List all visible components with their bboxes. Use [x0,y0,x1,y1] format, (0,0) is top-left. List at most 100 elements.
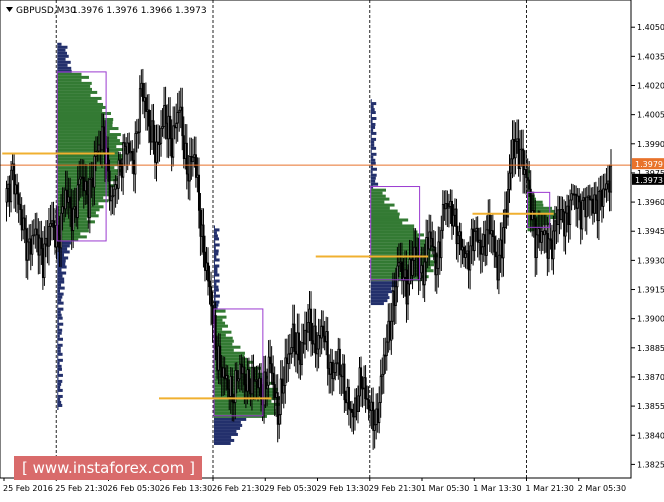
candle [307,304,310,352]
candle-body [423,261,426,286]
profile-bar [57,292,64,296]
candle-body [154,141,157,163]
candle-body [382,354,385,375]
profile-bar [214,297,216,301]
profile-bar [57,301,64,305]
candle [125,137,128,173]
profile-bar [57,346,61,350]
profile-bar [57,277,65,281]
candle-body [43,243,46,279]
profile-bar [370,152,377,156]
candle [597,177,600,240]
profile-bar [57,325,60,329]
candle-body [597,191,600,222]
profile-bar [57,295,63,299]
profile-bar [57,142,123,146]
candle-body [126,142,129,155]
profile-bar [370,218,409,222]
candle-body [281,378,284,394]
candle-body [144,97,147,112]
candle [158,125,161,162]
candle [151,104,154,151]
candle-body [101,126,104,151]
candle-body [561,209,564,213]
candle [134,121,137,194]
candle-body [343,363,346,401]
candle [534,200,537,277]
candle [169,97,172,157]
candle [7,175,10,207]
chart-window[interactable]: 1.4050 1.4035 1.4020 1.4005 1.3990 1.3975 1.39… [0,0,664,498]
candle [285,338,288,384]
chart-canvas[interactable]: 1.40501.40351.40201.40051.39901.39751.39… [0,0,664,498]
candle-body [596,199,599,222]
profile-bar [214,303,219,307]
candle-body [69,196,72,209]
candle [54,208,57,255]
candle-body [608,180,611,193]
profile-bar [57,111,111,115]
candle-body [238,363,241,380]
candle [96,136,99,162]
candle-body [173,125,176,129]
profile-bar [370,296,390,300]
candle [210,271,213,326]
candle-body [229,375,232,397]
candle [402,257,405,299]
candle [594,181,597,215]
profile-bar [57,337,63,341]
profile-bar [370,111,376,115]
candle-body [569,199,572,225]
candle-body [585,196,588,218]
candle-body [284,357,287,386]
x-tick-label: 1 Mar 05:30 [421,484,469,493]
profile-bar [370,99,372,103]
profile-bar [370,302,384,306]
candle-body [335,362,338,365]
dropdown-triangle-icon[interactable] [6,7,13,12]
profile-bar [57,90,98,94]
candle-body [297,332,300,361]
profile-bar [370,206,390,210]
candle-body [570,193,573,201]
candle-body [497,254,500,281]
profile-bar [57,340,59,344]
candle-body [219,345,222,368]
candle [217,333,220,385]
candle-body [191,156,194,163]
candle [73,187,76,223]
candle [19,192,22,226]
candle-body [531,210,534,221]
profile-bar [370,173,377,177]
candle-body [470,228,473,247]
candle-body [310,308,313,342]
candle-body [28,238,31,243]
candle [102,113,105,153]
profile-bar [57,373,63,377]
profile-bar [370,191,383,195]
profile-bar [214,291,216,295]
candle [49,204,52,246]
candle [202,208,205,268]
candle-body [432,246,435,248]
profile-bar [57,361,60,365]
candle [361,376,364,408]
profile-bar [57,355,59,359]
candle-body [469,245,472,271]
candle [485,215,488,266]
candle-body [435,267,438,276]
profile-bar [57,163,125,167]
profile-bar [370,209,398,213]
candle [93,140,96,206]
profile-bar [57,397,61,401]
candle [255,365,258,398]
profile-bar [370,134,372,138]
candle [329,348,332,394]
candle-body [452,214,455,227]
y-tick-label: 1.3915 [637,286,664,295]
candle-body [140,82,143,90]
candle [466,242,469,270]
candle-body [237,378,240,382]
candle-body [429,231,432,239]
chart-header: GBPUSD,M30 1.3976 1.3976 1.3966 1.3973 [6,6,207,16]
